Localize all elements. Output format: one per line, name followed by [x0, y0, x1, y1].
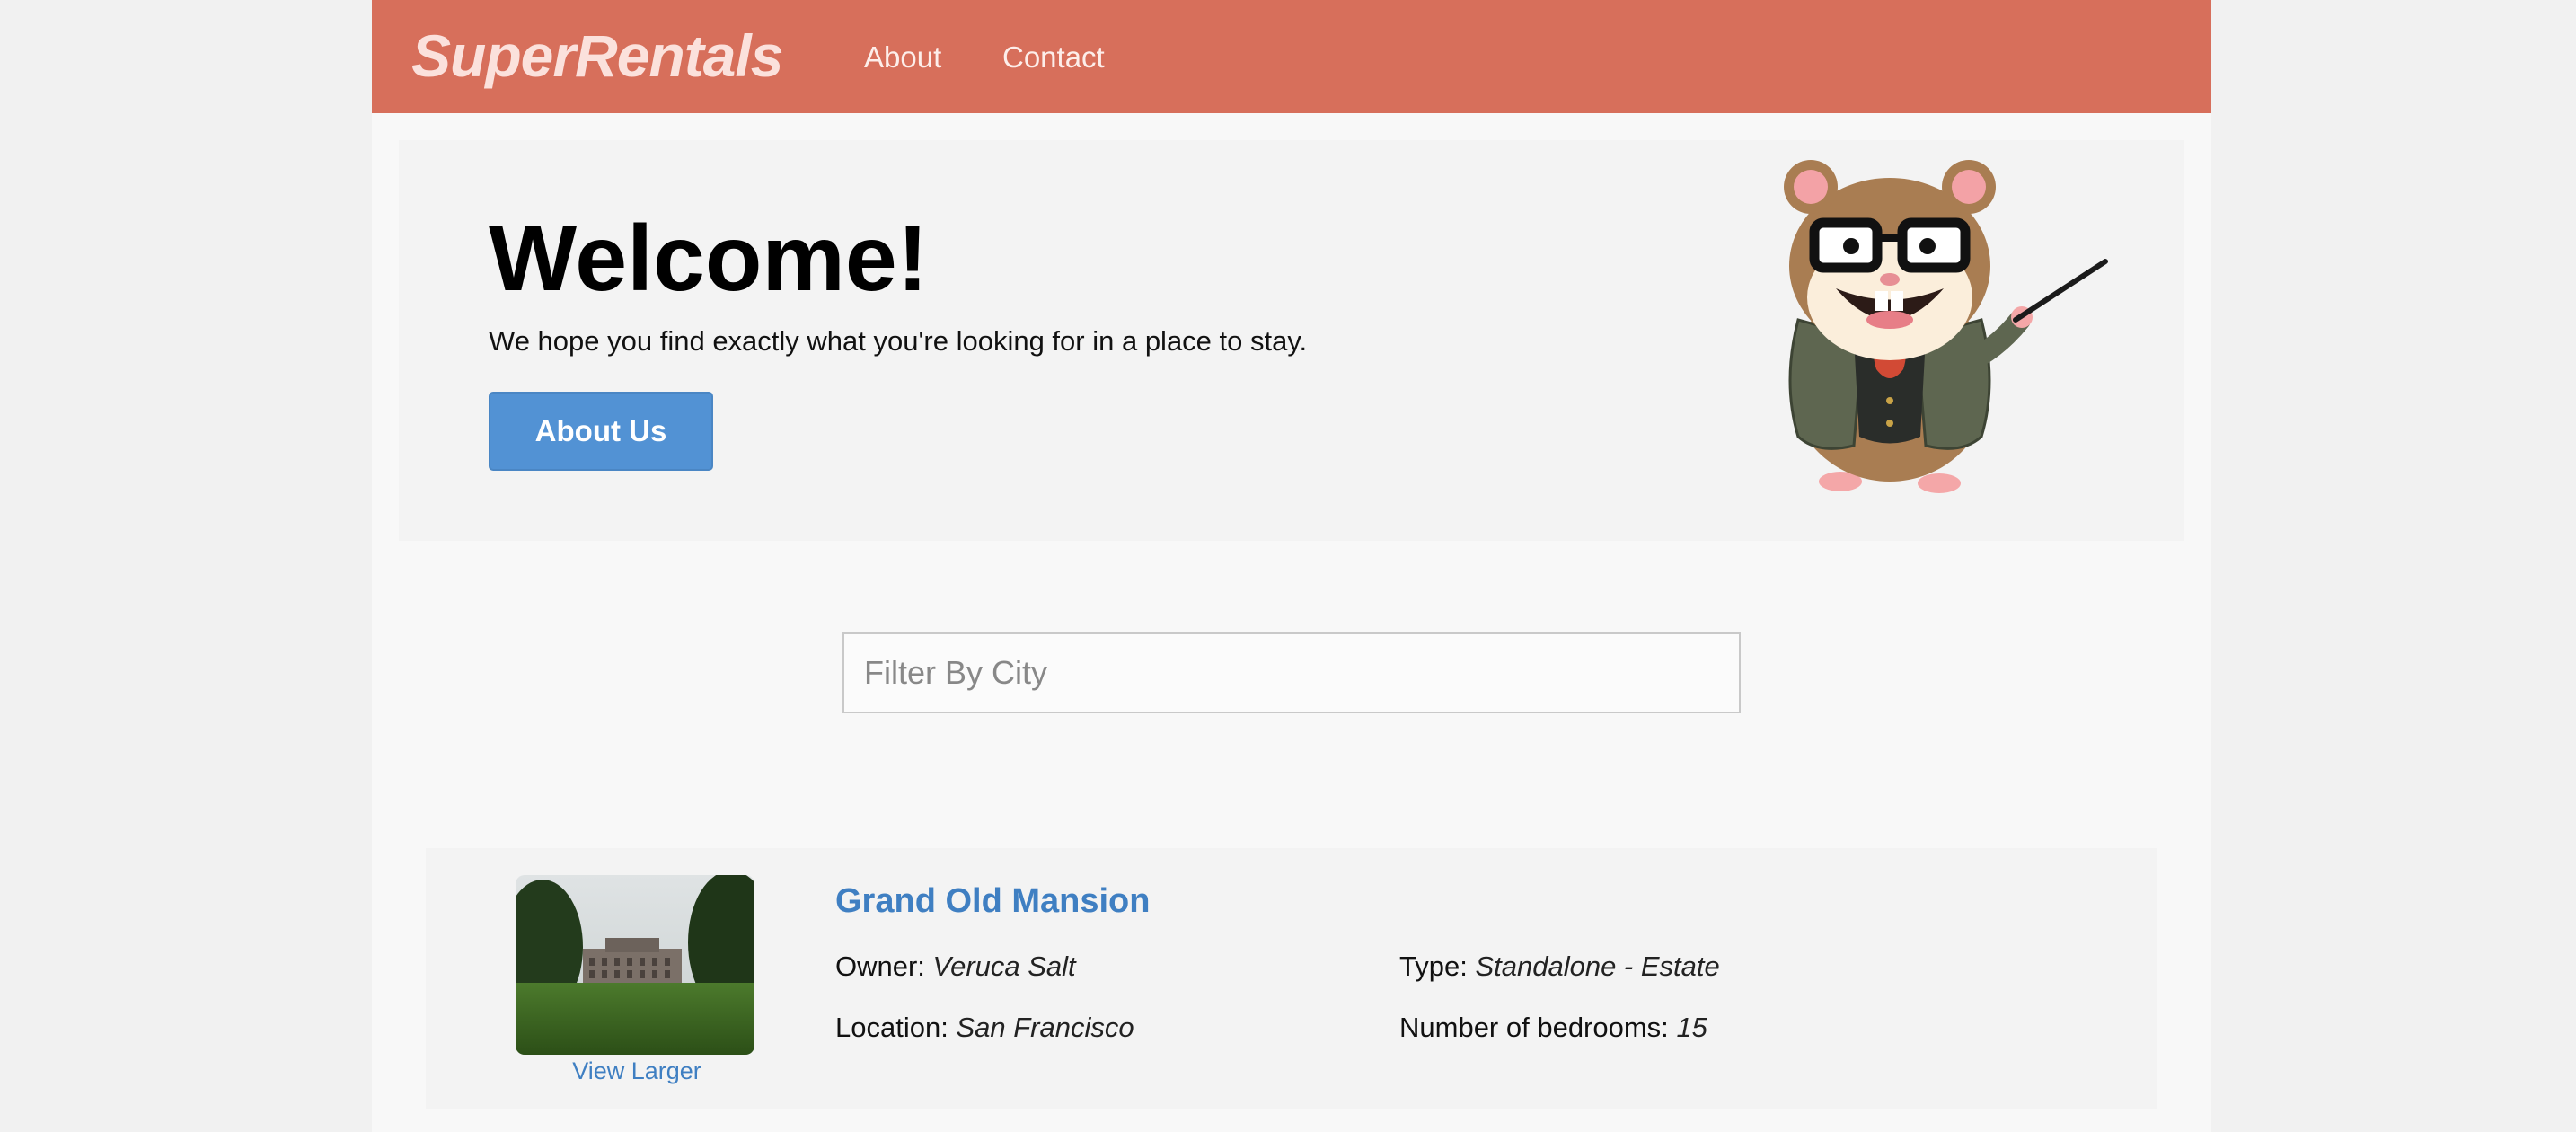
bedrooms-label: Number of bedrooms:	[1399, 1012, 1669, 1043]
type-label: Type:	[1399, 951, 1468, 982]
brand-logo-link[interactable]: SuperRentals	[411, 20, 783, 92]
welcome-text: We hope you find exactly what you're loo…	[489, 325, 1308, 357]
listing-type: Type: Standalone - Estate	[1399, 949, 1720, 985]
rental-listing: View Larger Grand Old Mansion Owner: Ver…	[426, 848, 2157, 1109]
bedrooms-value: 15	[1676, 1012, 1707, 1043]
filter-by-city-input[interactable]	[842, 632, 1741, 713]
view-larger-link[interactable]: View Larger	[516, 1053, 758, 1089]
listing-bedrooms: Number of bedrooms: 15	[1399, 1010, 1707, 1046]
tomster-mascot-icon	[1784, 160, 2108, 493]
welcome-heading: Welcome!	[489, 207, 929, 311]
about-us-button[interactable]: About Us	[489, 392, 713, 471]
location-value: San Francisco	[956, 1012, 1134, 1043]
listing-location: Location: San Francisco	[835, 1010, 1134, 1046]
listing-title-link[interactable]: Grand Old Mansion	[835, 879, 1150, 924]
nav-about-link[interactable]: About	[864, 40, 941, 75]
top-navbar: SuperRentals About Contact	[372, 0, 2211, 113]
welcome-jumbotron: Welcome! We hope you find exactly what y…	[399, 140, 2184, 541]
page-container: SuperRentals About Contact Welcome! We h…	[372, 0, 2211, 1132]
location-label: Location:	[835, 1012, 948, 1043]
type-value: Standalone - Estate	[1475, 951, 1720, 982]
mansion-photo-icon[interactable]	[516, 875, 754, 1055]
owner-value: Veruca Salt	[932, 951, 1076, 982]
listing-owner: Owner: Veruca Salt	[835, 949, 1076, 985]
nav-contact-link[interactable]: Contact	[1002, 40, 1105, 75]
owner-label: Owner:	[835, 951, 925, 982]
